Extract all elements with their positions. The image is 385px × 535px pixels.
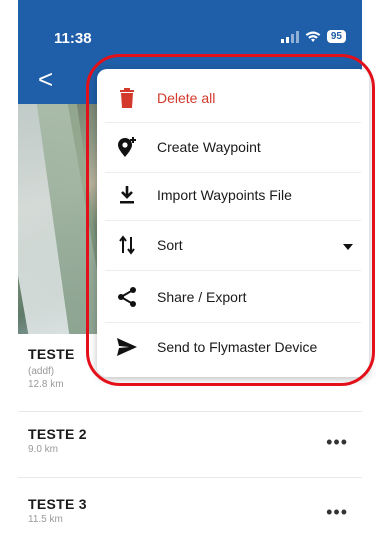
divider: [18, 477, 362, 478]
share-icon: [97, 286, 157, 308]
menu-item-send-device[interactable]: Send to Flymaster Device: [97, 323, 369, 371]
download-icon: [97, 185, 157, 205]
menu-item-delete-all[interactable]: Delete all: [97, 74, 369, 122]
sort-icon: [97, 235, 157, 255]
list-item[interactable]: TESTE 3 11.5 km •••: [28, 496, 348, 525]
list-item[interactable]: TESTE 2 9.0 km •••: [28, 426, 348, 455]
status-indicators: 95: [280, 30, 346, 43]
menu-item-label: Sort: [157, 237, 183, 253]
actions-menu: Delete all Create Waypoint Import Waypoi…: [97, 69, 369, 377]
item-title: TESTE 3: [28, 496, 87, 512]
menu-item-label: Import Waypoints File: [157, 187, 292, 203]
menu-item-sort[interactable]: Sort: [97, 221, 369, 269]
wifi-icon: [305, 31, 321, 42]
status-time: 11:38: [54, 30, 92, 47]
map-pin-plus-icon: [97, 136, 157, 158]
send-icon: [97, 337, 157, 357]
more-options-icon[interactable]: •••: [326, 502, 348, 523]
signal-icon: [280, 30, 299, 43]
menu-item-import-waypoints[interactable]: Import Waypoints File: [97, 171, 369, 219]
item-distance: 9.0 km: [28, 444, 59, 455]
item-distance: 12.8 km: [28, 379, 64, 390]
menu-item-share-export[interactable]: Share / Export: [97, 273, 369, 321]
item-distance: 11.5 km: [28, 514, 63, 525]
more-options-icon[interactable]: •••: [326, 432, 348, 453]
divider: [105, 270, 361, 271]
divider: [18, 411, 362, 412]
menu-item-label: Share / Export: [157, 289, 247, 305]
menu-item-label: Delete all: [157, 90, 216, 106]
menu-item-create-waypoint[interactable]: Create Waypoint: [97, 123, 369, 171]
battery-indicator: 95: [326, 30, 346, 43]
menu-item-label: Send to Flymaster Device: [157, 339, 318, 355]
phone-screen: 11:38 95 < TESTE (addf) 12.8 km TESTE 2 …: [0, 0, 385, 535]
back-button[interactable]: <: [38, 66, 53, 92]
chevron-down-icon: [343, 238, 353, 256]
item-title: TESTE 2: [28, 426, 87, 442]
trash-icon: [97, 88, 157, 108]
menu-item-label: Create Waypoint: [157, 139, 261, 155]
